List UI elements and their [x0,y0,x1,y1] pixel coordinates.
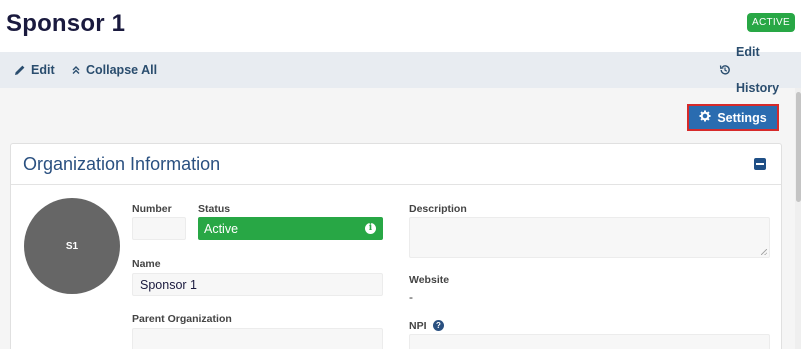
avatar: S1 [24,198,120,294]
number-label: Number [132,203,172,215]
page-title: Sponsor 1 [6,10,126,37]
description-label: Description [409,203,467,215]
parent-organization-label: Parent Organization [132,313,232,325]
edit-label: Edit [31,63,55,77]
resize-grip-icon[interactable] [761,249,767,255]
avatar-initials: S1 [65,240,79,252]
info-circle-icon[interactable]: i [365,223,376,234]
scrollbar-thumb[interactable] [796,92,801,202]
gear-icon [699,110,711,125]
collapse-all-button[interactable]: Collapse All [71,52,157,88]
parent-organization-field[interactable] [132,328,383,349]
name-field[interactable]: Sponsor 1 [132,273,383,296]
settings-label: Settings [717,110,767,125]
description-textarea[interactable] [409,217,770,258]
edit-history-label: Edit History [736,45,780,95]
collapse-all-label: Collapse All [86,63,158,77]
website-value: - [409,290,413,304]
settings-button[interactable]: Settings [687,104,779,131]
status-label: Status [198,203,231,215]
card-title: Organization Information [23,154,221,174]
organization-information-card: Organization Information S1 Number Statu… [10,143,782,349]
name-value: Sponsor 1 [140,277,197,292]
pencil-icon [14,64,26,76]
minus-square-icon[interactable] [754,158,766,170]
card-header: Organization Information [11,144,781,185]
name-label: Name [132,258,161,270]
website-label: Website [409,274,450,286]
npi-field[interactable] [409,334,770,349]
history-icon [719,64,731,76]
toolbar: Edit Collapse All Edit History [0,45,801,95]
npi-label: NPI [409,320,427,332]
status-badge: ACTIVE [747,13,795,32]
number-field[interactable] [132,217,186,240]
edit-history-button[interactable]: Edit History [719,45,801,95]
question-circle-icon[interactable]: ? [433,320,444,331]
status-value: Active [204,221,239,236]
double-chevron-up-icon [71,65,81,75]
status-field[interactable]: Active i [198,217,383,240]
edit-button[interactable]: Edit [14,52,55,88]
page-header: Sponsor 1 ACTIVE [0,0,801,52]
